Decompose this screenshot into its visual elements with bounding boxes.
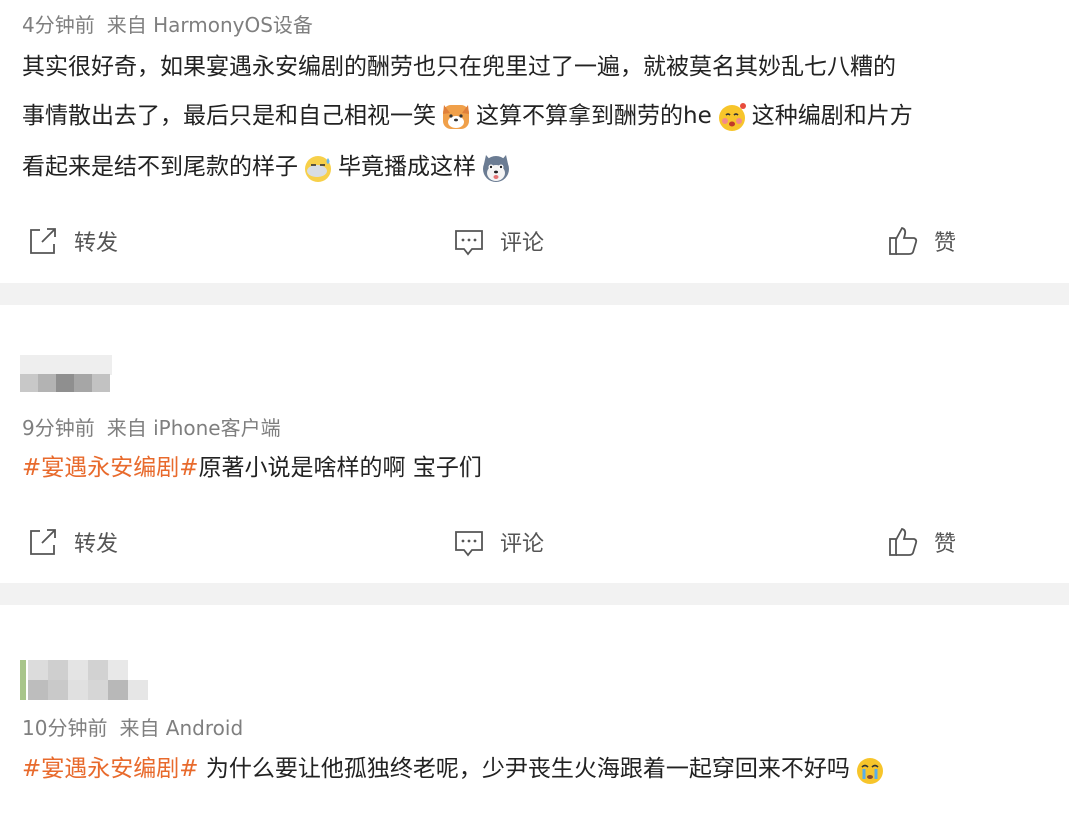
- post-source: 来自 iPhone客户端: [106, 416, 281, 440]
- blurred-avatar: [20, 660, 150, 700]
- post-text: 毕竟播成这样: [338, 154, 476, 180]
- post-text: 这种编剧和片方: [751, 103, 913, 129]
- repost-icon: [30, 228, 56, 254]
- like-button[interactable]: 赞: [886, 522, 956, 562]
- post-source: 来自 Android: [119, 716, 244, 740]
- blurred-avatar: [20, 355, 112, 393]
- post-actions: 转发 评论 赞: [0, 221, 1069, 261]
- thumbs-up-icon: [889, 226, 918, 255]
- comment-icon: [455, 531, 483, 557]
- post-separator: [0, 583, 1069, 605]
- repost-label: 转发: [74, 231, 119, 256]
- comment-label: 评论: [500, 231, 545, 256]
- like-label: 赞: [934, 532, 957, 557]
- comment-button[interactable]: 评论: [452, 221, 544, 261]
- post-meta: 4分钟前 来自 HarmonyOS设备: [22, 9, 313, 38]
- post-text-line: 其实很好奇，如果宴遇永安编剧的酬劳也只在兜里过了一遍，就被莫名其妙乱七八糟的: [22, 45, 1069, 90]
- post-text-line: #宴遇永安编剧#原著小说是啥样的啊 宝子们: [22, 446, 1069, 491]
- post-text: 其实很好奇，如果宴遇永安编剧的酬劳也只在兜里过了一遍，就被莫名其妙乱七八糟的: [22, 54, 896, 80]
- post-text-line: 事情散出去了，最后只是和自己相视一笑 这算不算拿到酬劳的he 这种编剧和片方: [22, 94, 1069, 139]
- post-text: 原著小说是啥样的啊 宝子们: [198, 455, 482, 481]
- comment-icon: [455, 230, 483, 256]
- post-text-line: #宴遇永安编剧# 为什么要让他孤独终老呢，少尹丧生火海跟着一起穿回来不好吗: [22, 747, 1069, 792]
- post-text: 这算不算拿到酬劳的he: [476, 103, 712, 129]
- post-meta: 10分钟前 来自 Android: [22, 712, 243, 741]
- comment-label: 评论: [500, 532, 545, 557]
- post-meta: 9分钟前 来自 iPhone客户端: [22, 412, 281, 441]
- repost-button[interactable]: 转发: [26, 522, 118, 562]
- post-time: 10分钟前: [22, 716, 108, 740]
- post-text: 事情散出去了，最后只是和自己相视一笑: [22, 103, 436, 129]
- comment-button[interactable]: 评论: [452, 522, 544, 562]
- tipsy-face-emoji: [718, 102, 746, 131]
- sweat-face-emoji: [305, 155, 331, 182]
- post-text: 看起来是结不到尾款的样子: [22, 154, 298, 180]
- topic-hashtag-link[interactable]: #宴遇永安编剧#: [22, 455, 199, 481]
- post-source: 来自 HarmonyOS设备: [106, 13, 313, 37]
- repost-label: 转发: [74, 532, 119, 557]
- like-button[interactable]: 赞: [886, 221, 956, 261]
- post-time: 4分钟前: [22, 13, 95, 37]
- post-actions: 转发 评论 赞: [0, 522, 1069, 562]
- post-text-line: 看起来是结不到尾款的样子 毕竟播成这样: [22, 145, 1069, 190]
- post-card: 10分钟前 来自 Android #宴遇永安编剧# 为什么要让他孤独终老呢，少尹丧…: [0, 605, 1069, 825]
- thumbs-up-icon: [889, 527, 918, 556]
- post-time: 9分钟前: [22, 416, 95, 440]
- repost-icon: [30, 529, 56, 555]
- post-separator: [0, 283, 1069, 305]
- repost-button[interactable]: 转发: [26, 221, 118, 261]
- post-card: 9分钟前 来自 iPhone客户端 #宴遇永安编剧#原著小说是啥样的啊 宝子们 转…: [0, 305, 1069, 583]
- crying-face-emoji: [856, 757, 883, 784]
- dog-face-emoji: [443, 104, 469, 129]
- post-text: 为什么要让他孤独终老呢，少尹丧生火海跟着一起穿回来不好吗: [198, 756, 850, 782]
- husky-face-emoji: [483, 154, 509, 182]
- topic-hashtag-link[interactable]: #宴遇永安编剧#: [22, 756, 199, 782]
- like-label: 赞: [934, 231, 957, 256]
- post-card: 4分钟前 来自 HarmonyOS设备 其实很好奇，如果宴遇永安编剧的酬劳也只在兜…: [0, 0, 1069, 283]
